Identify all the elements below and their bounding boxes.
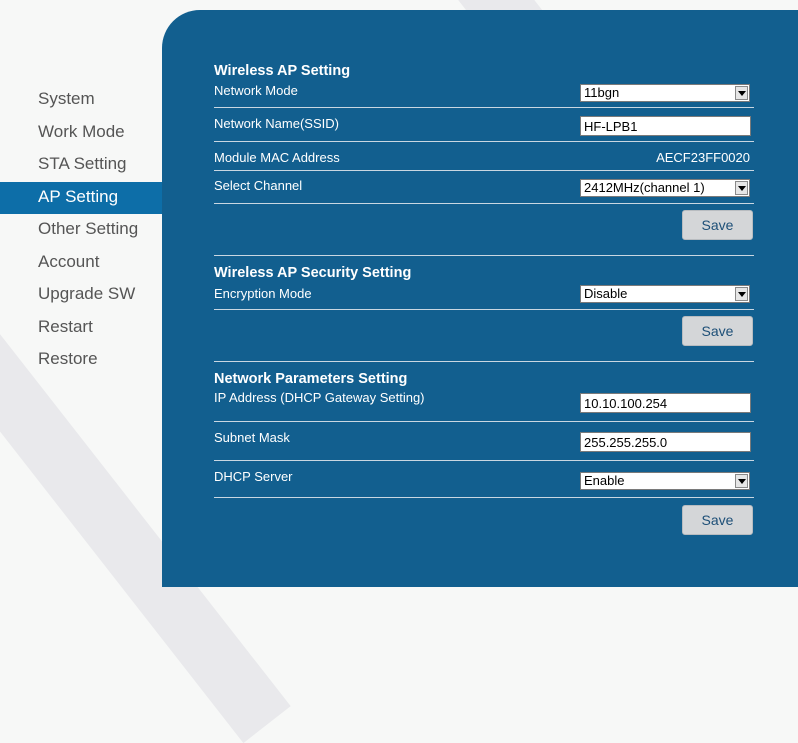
encryption-select[interactable]: Disable — [580, 285, 750, 303]
nav-item-work-mode[interactable]: Work Mode — [0, 117, 162, 150]
network-mode-select[interactable]: 11bgn — [580, 84, 750, 102]
nav-item-restore[interactable]: Restore — [0, 344, 162, 377]
security-title: Wireless AP Security Setting — [214, 265, 412, 281]
divider — [214, 203, 754, 204]
divider — [214, 497, 754, 498]
save-button[interactable]: Save — [682, 210, 753, 240]
dhcp-label: DHCP Server — [214, 469, 293, 484]
divider — [214, 255, 754, 256]
channel-label: Select Channel — [214, 178, 303, 193]
divider — [214, 170, 754, 171]
sidebar-nav: System Work Mode STA Setting AP Setting … — [0, 84, 162, 377]
ip-address-input[interactable] — [580, 393, 751, 413]
network-mode-label: Network Mode — [214, 83, 298, 98]
chevron-down-icon — [735, 181, 748, 195]
nav-item-system[interactable]: System — [0, 84, 162, 117]
nav-item-account[interactable]: Account — [0, 247, 162, 280]
channel-select[interactable]: 2412MHz(channel 1) — [580, 179, 750, 197]
divider — [214, 141, 754, 142]
subnet-mask-input[interactable] — [580, 432, 751, 452]
divider — [214, 107, 754, 108]
nav-item-upgrade-sw[interactable]: Upgrade SW — [0, 279, 162, 312]
ssid-input[interactable] — [580, 116, 751, 136]
subnet-mask-label: Subnet Mask — [214, 430, 290, 445]
channel-value: 2412MHz(channel 1) — [584, 180, 705, 195]
encryption-value: Disable — [584, 286, 628, 301]
mac-value: AECF23FF0020 — [656, 150, 750, 165]
chevron-down-icon — [735, 86, 748, 100]
divider — [214, 361, 754, 362]
save-button[interactable]: Save — [682, 316, 753, 346]
encryption-label: Encryption Mode — [214, 286, 312, 301]
divider — [214, 309, 754, 310]
dhcp-select[interactable]: Enable — [580, 472, 750, 490]
dhcp-value: Enable — [584, 473, 625, 488]
divider — [214, 421, 754, 422]
save-button[interactable]: Save — [682, 505, 753, 535]
nav-item-other-setting[interactable]: Other Setting — [0, 214, 162, 247]
wireless-ap-title: Wireless AP Setting — [214, 63, 351, 79]
ip-label: IP Address (DHCP Gateway Setting) — [214, 390, 425, 405]
network-title: Network Parameters Setting — [214, 371, 408, 387]
ssid-label: Network Name(SSID) — [214, 116, 339, 131]
divider — [214, 460, 754, 461]
network-mode-value: 11bgn — [584, 85, 620, 100]
chevron-down-icon — [735, 287, 748, 301]
nav-item-ap-setting[interactable]: AP Setting — [0, 181, 162, 214]
nav-item-restart[interactable]: Restart — [0, 312, 162, 345]
settings-panel: Wireless AP Setting Network Mode 11bgn N… — [162, 10, 798, 587]
nav-item-sta-setting[interactable]: STA Setting — [0, 149, 162, 182]
chevron-down-icon — [735, 474, 748, 488]
mac-label: Module MAC Address — [214, 150, 340, 165]
